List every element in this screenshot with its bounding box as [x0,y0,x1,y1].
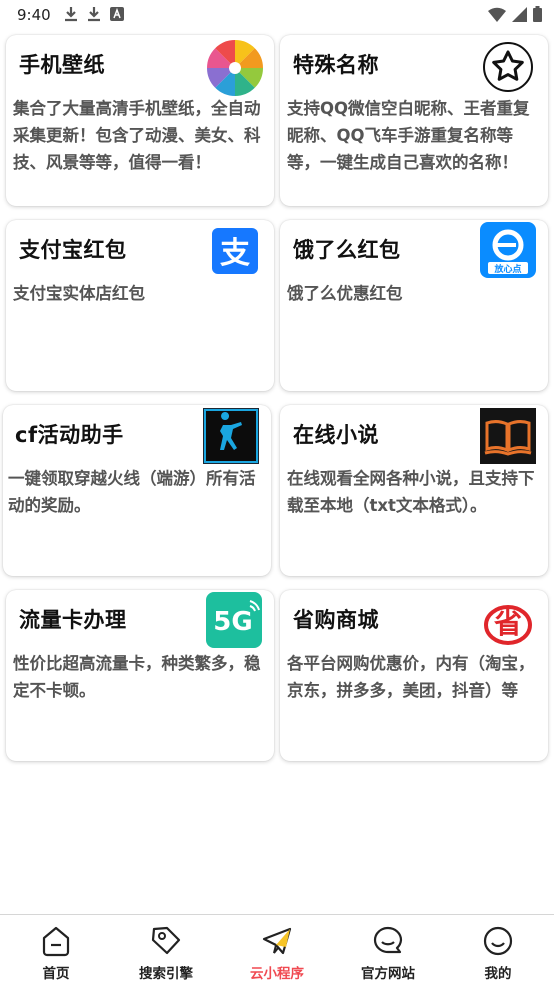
card-title: 支付宝红包 [19,238,127,262]
star-badge-icon [483,42,533,92]
status-time: 9:40 [17,6,51,24]
card-title: 特殊名称 [293,53,379,77]
card-special-names[interactable]: 特殊名称 支持QQ微信空白昵称、王者重复昵称、QQ飞车手游重复名称等等，一键生成… [280,35,548,206]
card-title: 流量卡办理 [19,608,127,632]
card-title: 饿了么红包 [293,238,401,262]
smile-icon [483,926,513,956]
card-title: cf活动助手 [15,423,124,447]
card-description: 一键领取穿越火线（端游）所有活动的奖励。 [8,469,256,515]
shenggou-logo-text: 省 [494,607,522,640]
eleme-icon: 放心点 [480,222,536,278]
card-wallpaper[interactable]: 手机壁纸 集合了大量高清手机壁纸，全自动采集更新！包含了动漫、美女、科技、风景等… [6,35,274,206]
card-description: 在线观看全网各种小说，且支持下载至本地（txt文本格式）。 [287,469,535,515]
card-data-sim[interactable]: 流量卡办理 5G 性价比超高流量卡，种类繁多，稳定不卡顿。 [6,590,274,761]
svg-text:支: 支 [220,236,250,271]
tab-home[interactable]: 首页 [1,915,111,984]
tab-label: 我的 [484,966,512,982]
card-alipay-redpacket[interactable]: 支付宝红包 支 支付宝实体店红包 [6,220,274,391]
status-notifications [64,6,124,22]
card-title: 在线小说 [293,423,379,447]
cf-soldier-icon [203,408,259,464]
status-system-icons [488,6,542,22]
card-description: 支持QQ微信空白昵称、王者重复昵称、QQ飞车手游重复名称等等，一键生成自己喜欢的… [287,99,530,172]
tag-icon [151,926,181,955]
battery-icon [533,6,542,22]
tab-label: 搜索引擎 [139,966,193,982]
card-description: 饿了么优惠红包 [287,284,403,303]
card-description: 各平台网购优惠价，内有（淘宝，京东，拼多多，美团，抖音）等 [287,654,535,700]
card-online-novels[interactable]: 在线小说 在线观看全网各种小说，且支持下载至本地（txt文本格式）。 [280,405,548,576]
card-eleme-redpacket[interactable]: 饿了么红包 放心点 饿了么优惠红包 [280,220,548,391]
tab-profile[interactable]: 我的 [443,915,553,984]
wifi-icon [488,7,506,22]
card-title: 手机壁纸 [19,53,105,77]
card-shenggou-mall[interactable]: 省购商城 省 各平台网购优惠价，内有（淘宝，京东，拼多多，美团，抖音）等 [280,590,548,761]
tab-official-site[interactable]: 官方网站 [333,915,443,984]
chat-bubble-icon [373,926,403,954]
tab-cloud-mini-program[interactable]: 云小程序 [222,915,332,984]
paper-plane-icon [262,927,292,955]
card-cf-assistant[interactable]: cf活动助手 一键领取穿越火线（端游）所有活动的奖励。 [3,405,271,576]
tab-label: 首页 [42,966,70,982]
bottom-tab-bar: 首页 搜索引擎 云小程序 官方网站 我的 [0,914,554,984]
card-title: 省购商城 [293,608,379,632]
card-description: 性价比超高流量卡，种类繁多，稳定不卡顿。 [13,654,261,700]
tab-label: 官方网站 [361,966,415,982]
5g-icon-text: 5G [213,607,252,637]
tab-label: 云小程序 [250,966,304,982]
home-icon [42,926,70,957]
eleme-icon-caption: 放心点 [493,263,521,275]
5g-icon: 5G [206,592,262,648]
shenggou-logo-icon: 省 [484,605,532,645]
signal-icon [512,6,527,22]
alipay-icon: 支 [212,228,258,274]
status-bar: 9:40 [0,0,554,30]
book-icon [480,408,536,464]
download-icon [88,7,100,22]
download-icon [65,7,77,22]
card-description: 支付宝实体店红包 [13,284,145,303]
color-wheel-icon [207,40,263,96]
card-description: 集合了大量高清手机壁纸，全自动采集更新！包含了动漫、美女、科技、风景等等，值得一… [13,99,261,172]
app-a-icon [110,7,124,21]
tab-search-engine[interactable]: 搜索引擎 [111,915,221,984]
